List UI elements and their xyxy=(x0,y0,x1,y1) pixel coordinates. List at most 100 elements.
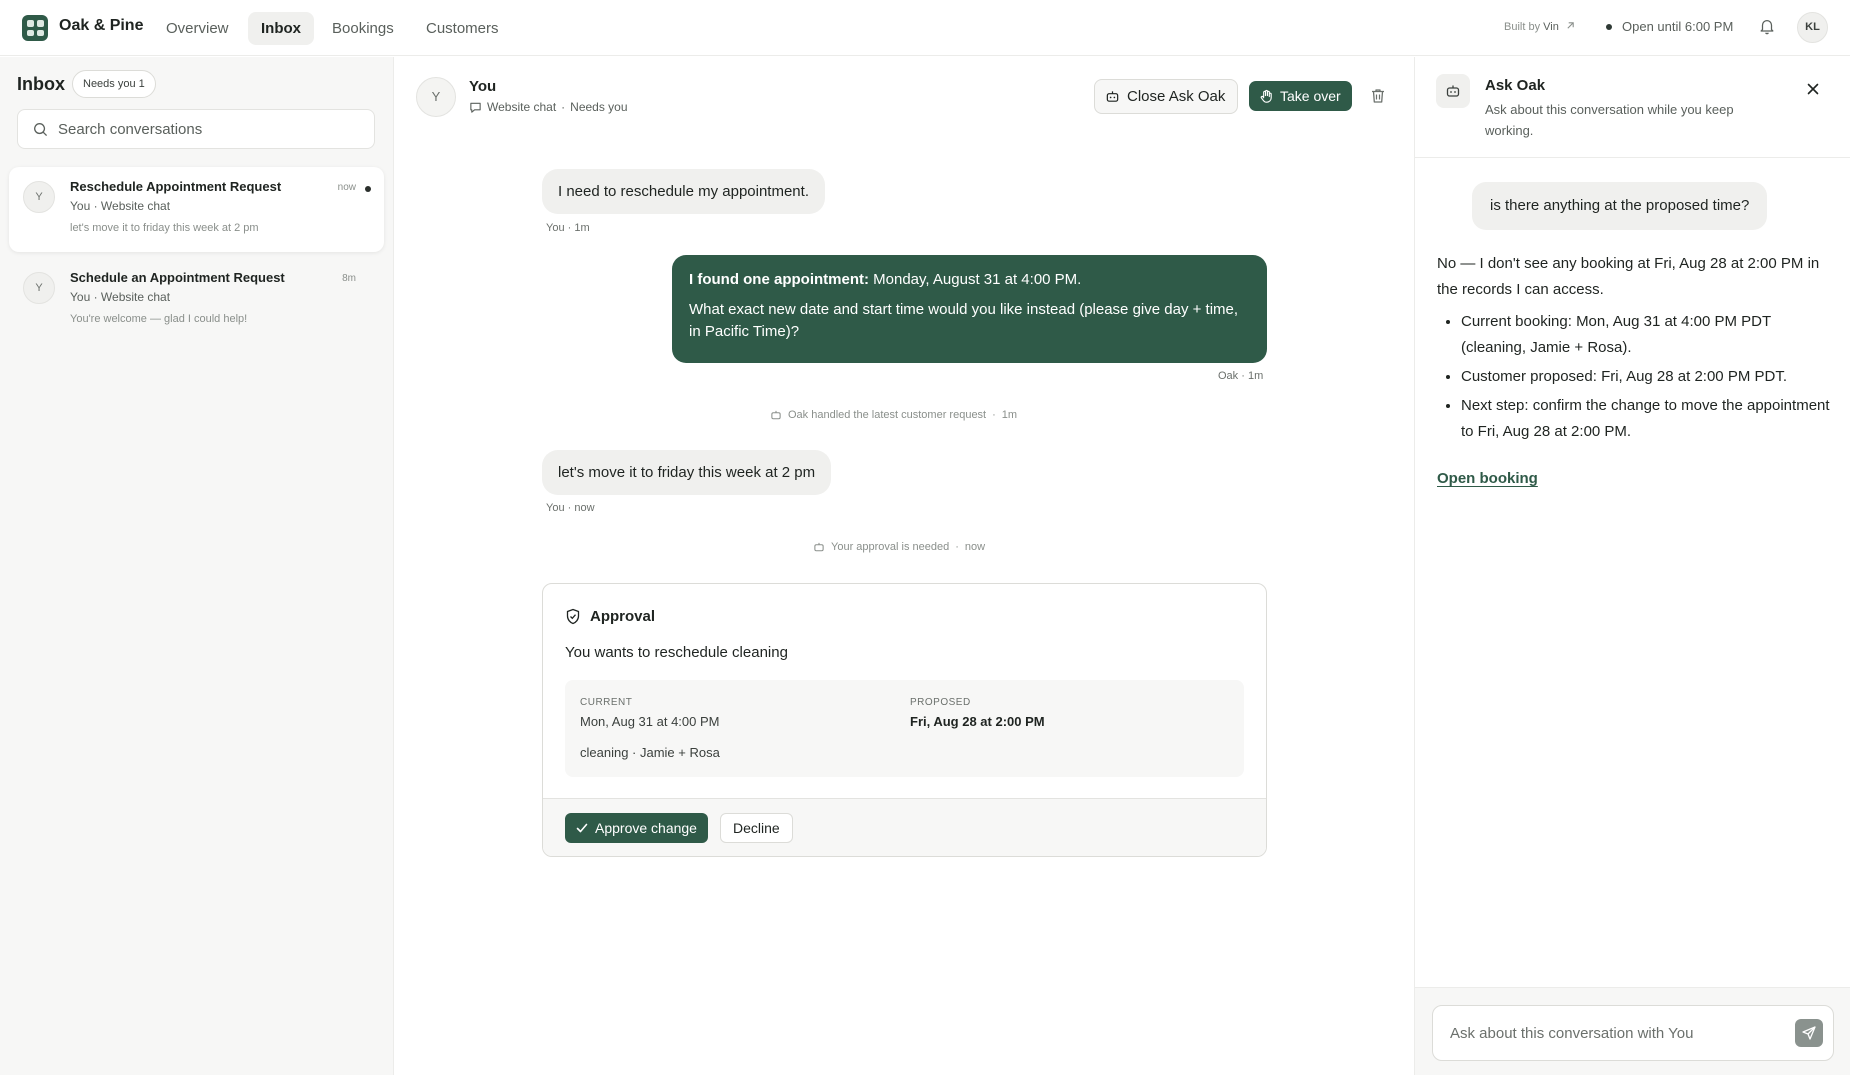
open-booking-link[interactable]: Open booking xyxy=(1437,470,1538,487)
conversation-panel: Y You Website chat · Needs you Close Ask… xyxy=(395,57,1414,1075)
brand-name[interactable]: Oak & Pine xyxy=(59,17,143,35)
needs-you-badge[interactable]: Needs you 1 xyxy=(72,70,156,98)
take-over-label: Take over xyxy=(1280,88,1341,104)
decline-button[interactable]: Decline xyxy=(720,813,793,843)
top-bar: Oak & Pine Overview Inbox Bookings Custo… xyxy=(0,0,1850,56)
take-over-button[interactable]: Take over xyxy=(1249,81,1352,111)
customer-message: let's move it to friday this week at 2 p… xyxy=(542,450,832,495)
ask-oak-input[interactable] xyxy=(1450,1006,1780,1060)
ask-oak-description: Ask about this conversation while you ke… xyxy=(1485,102,1734,138)
conversation-title: Reschedule Appointment Request xyxy=(70,179,282,194)
contact-avatar: Y xyxy=(416,77,456,117)
message-meta: You · now xyxy=(546,502,595,514)
contact-meta: Website chat · Needs you xyxy=(469,100,628,114)
conversation-subtitle: You · Website chat xyxy=(70,290,171,304)
approval-actions: Approve change Decline xyxy=(543,798,1266,856)
approval-title: Approval xyxy=(590,608,656,625)
close-ask-oak-label: Close Ask Oak xyxy=(1127,88,1226,105)
nav-overview[interactable]: Overview xyxy=(153,12,242,45)
message-meta: You · 1m xyxy=(546,222,590,234)
robot-icon xyxy=(1436,74,1470,108)
brand-logo-icon[interactable] xyxy=(22,15,48,41)
built-by-prefix: Built by xyxy=(1504,21,1541,33)
approve-change-button[interactable]: Approve change xyxy=(565,813,708,843)
external-link-icon xyxy=(1567,22,1574,29)
meta-separator: · xyxy=(561,100,566,114)
close-ask-oak-button[interactable]: Close Ask Oak xyxy=(1094,79,1239,114)
robot-icon xyxy=(814,542,824,552)
conversation-item[interactable]: Y Schedule an Appointment Request You · … xyxy=(9,258,384,343)
conversation-time: 8m xyxy=(342,273,356,284)
chat-bubble-icon xyxy=(470,102,481,113)
contact-status: Needs you xyxy=(570,100,628,114)
system-event-separator: · xyxy=(992,409,996,421)
system-event-time: 1m xyxy=(1001,409,1018,421)
oak-message-body: What exact new date and start time would… xyxy=(689,301,1239,340)
approval-description: You wants to reschedule cleaning xyxy=(565,644,788,661)
customer-message: I need to reschedule my appointment. xyxy=(542,169,825,214)
inbox-sidebar: Inbox Needs you 1 Y Reschedule Appointme… xyxy=(0,57,394,1075)
current-label: CURRENT xyxy=(580,697,633,708)
built-by-name: Vin xyxy=(1543,21,1559,33)
conversation-preview: let's move it to friday this week at 2 p… xyxy=(70,222,259,234)
built-by-link[interactable]: Built by Vin xyxy=(1504,21,1575,33)
robot-icon xyxy=(771,410,781,420)
unread-dot xyxy=(365,186,371,192)
answer-point: Next step: confirm the change to move th… xyxy=(1461,393,1837,445)
robot-icon xyxy=(1106,91,1119,102)
search-input[interactable] xyxy=(58,110,358,148)
booking-details: cleaning · Jamie + Rosa xyxy=(580,745,720,760)
conversation-item[interactable]: Y Reschedule Appointment Request You · W… xyxy=(9,167,384,252)
ask-oak-title: Ask Oak xyxy=(1485,77,1546,94)
bell-icon[interactable] xyxy=(1758,17,1776,35)
ask-oak-composer xyxy=(1415,987,1850,1075)
system-event-text: Oak handled the latest customer request xyxy=(788,409,987,421)
system-event-time: now xyxy=(964,541,986,553)
send-icon[interactable] xyxy=(1795,1019,1823,1047)
message-meta: Oak · 1m xyxy=(1218,370,1264,382)
current-value: Mon, Aug 31 at 4:00 PM xyxy=(580,714,720,729)
search-box[interactable] xyxy=(17,109,375,149)
ask-oak-panel: Ask Oak Ask about this conversation whil… xyxy=(1414,57,1850,1075)
trash-icon[interactable] xyxy=(1369,87,1387,105)
nav-inbox[interactable]: Inbox xyxy=(248,12,314,45)
answer-point: Current booking: Mon, Aug 31 at 4:00 PM … xyxy=(1461,309,1837,361)
oak-message-lead-rest: Monday, August 31 at 4:00 PM. xyxy=(868,271,1082,288)
open-status: Open until 6:00 PM xyxy=(1622,19,1734,34)
open-status-dot xyxy=(1606,24,1612,30)
approval-card: Approval You wants to reschedule cleanin… xyxy=(542,583,1267,857)
answer-intro: No — I don't see any booking at Fri, Aug… xyxy=(1437,255,1820,298)
approval-header: Approval xyxy=(565,608,655,625)
search-icon xyxy=(34,123,48,137)
conversation-title: Schedule an Appointment Request xyxy=(70,270,285,285)
nav-customers[interactable]: Customers xyxy=(413,12,512,45)
conversation-avatar: Y xyxy=(23,181,55,213)
oak-message: I found one appointment: Monday, August … xyxy=(672,255,1267,363)
answer-points: Current booking: Mon, Aug 31 at 4:00 PM … xyxy=(1437,309,1837,445)
conversation-subtitle: You · Website chat xyxy=(70,199,171,213)
system-event: Your approval is needed · now xyxy=(813,541,985,553)
proposed-value: Fri, Aug 28 at 2:00 PM xyxy=(910,714,1045,729)
contact-channel: Website chat xyxy=(487,100,557,114)
system-event: Oak handled the latest customer request … xyxy=(770,409,1017,421)
system-event-text: Your approval is needed xyxy=(831,541,950,553)
close-icon[interactable] xyxy=(1802,79,1824,101)
approval-details: CURRENT Mon, Aug 31 at 4:00 PM cleaning … xyxy=(565,680,1244,777)
checkmark-icon xyxy=(576,823,588,833)
oak-message-lead: I found one appointment: xyxy=(689,271,869,288)
user-avatar[interactable]: KL xyxy=(1797,12,1828,43)
approve-change-label: Approve change xyxy=(595,820,697,836)
ask-oak-answer: No — I don't see any booking at Fri, Aug… xyxy=(1437,251,1837,448)
conversation-avatar: Y xyxy=(23,272,55,304)
ask-oak-input-box[interactable] xyxy=(1432,1005,1834,1061)
conversation-preview: You're welcome — glad I could help! xyxy=(70,313,248,325)
conversation-time: now xyxy=(337,182,356,193)
contact-name: You xyxy=(469,78,497,95)
shield-check-icon xyxy=(566,608,580,625)
hand-icon xyxy=(1260,89,1272,103)
nav-bookings[interactable]: Bookings xyxy=(319,12,407,45)
proposed-label: PROPOSED xyxy=(910,697,971,708)
system-event-separator: · xyxy=(955,541,959,553)
answer-point: Customer proposed: Fri, Aug 28 at 2:00 P… xyxy=(1461,364,1837,390)
ask-oak-header: Ask Oak Ask about this conversation whil… xyxy=(1415,57,1850,158)
